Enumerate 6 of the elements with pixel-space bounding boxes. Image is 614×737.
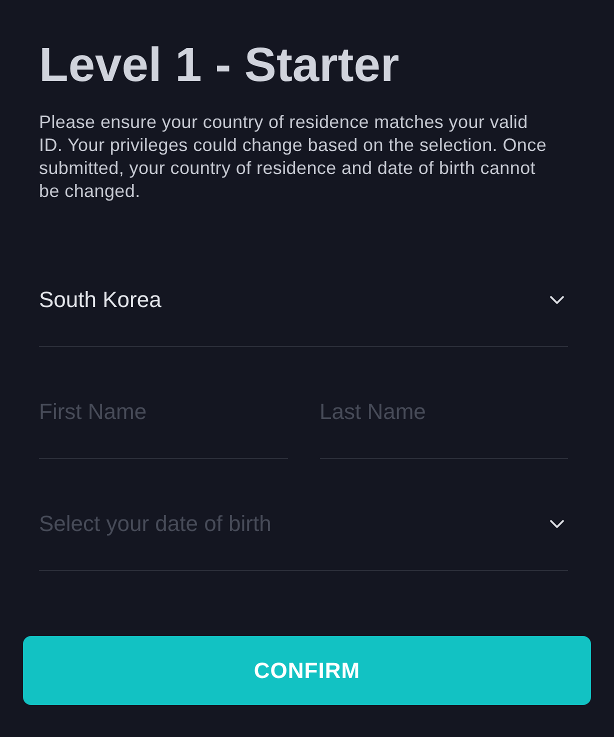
chevron-down-icon bbox=[550, 296, 564, 304]
chevron-down-icon bbox=[550, 520, 564, 528]
description-text: Please ensure your country of residence matches your valid ID. Your privileges could change based on the selection. Once submitted, your country of residence and date of birth cannot be changed. bbox=[39, 111, 548, 203]
page-title: Level 1 - Starter bbox=[39, 38, 400, 94]
confirm-button[interactable]: CONFIRM bbox=[23, 636, 591, 705]
country-select[interactable]: South Korea bbox=[39, 253, 568, 347]
